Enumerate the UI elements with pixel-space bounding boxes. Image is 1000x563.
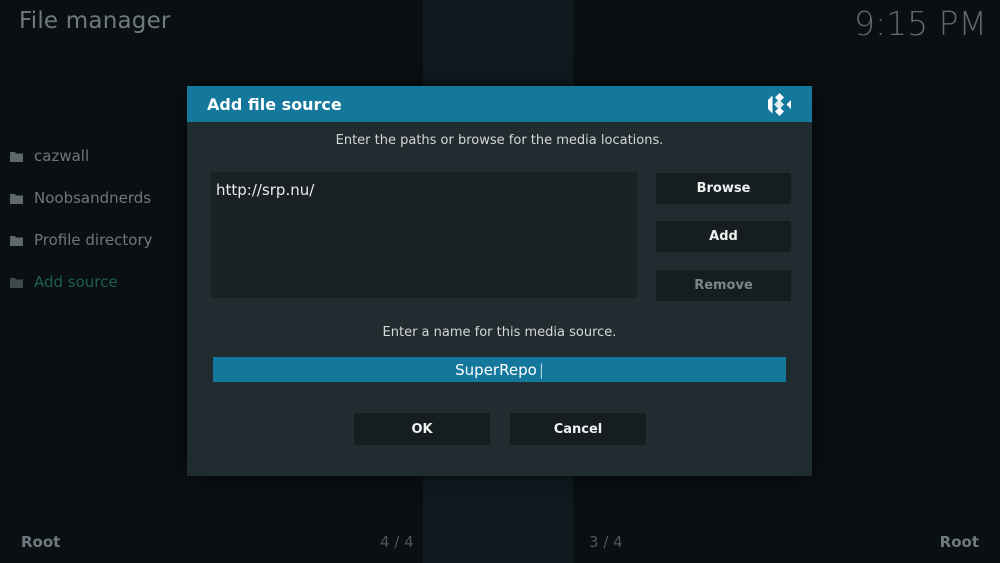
browse-button[interactable]: Browse	[656, 173, 791, 204]
page-title: File manager	[19, 8, 171, 34]
add-file-source-dialog: Add file source Enter the paths or brows…	[187, 86, 812, 476]
source-item-noobsandnerds[interactable]: Noobsandnerds	[10, 177, 153, 219]
footer-count-left: 4 / 4	[380, 533, 414, 551]
ok-button[interactable]: OK	[354, 413, 490, 445]
folder-icon	[10, 151, 23, 162]
remove-button[interactable]: Remove	[656, 270, 791, 301]
source-item-label: Add source	[34, 273, 118, 291]
source-item-profile-directory[interactable]: Profile directory	[10, 219, 153, 261]
folder-icon	[10, 277, 23, 288]
source-item-label: Profile directory	[34, 231, 153, 249]
source-name-input[interactable]: SuperRepo |	[213, 357, 786, 382]
path-entry[interactable]: http://srp.nu/	[216, 181, 632, 199]
add-button[interactable]: Add	[656, 221, 791, 252]
clock: 9:15 PM	[854, 4, 987, 43]
source-item-cazwall[interactable]: cazwall	[10, 135, 153, 177]
folder-icon	[10, 235, 23, 246]
dialog-title: Add file source	[207, 94, 342, 114]
kodi-logo-icon	[767, 92, 792, 117]
source-item-label: Noobsandnerds	[34, 189, 152, 207]
footer-root-left: Root	[21, 533, 61, 551]
source-name-value: SuperRepo	[455, 360, 537, 379]
source-item-label: cazwall	[34, 147, 90, 165]
source-item-add-source[interactable]: Add source	[10, 261, 153, 303]
text-caret: |	[538, 360, 544, 379]
footer-root-right: Root	[939, 533, 979, 551]
footer-count-right: 3 / 4	[589, 533, 623, 551]
path-list[interactable]: http://srp.nu/	[211, 172, 637, 298]
path-prompt: Enter the paths or browse for the media …	[335, 133, 664, 148]
source-list: cazwall Noobsandnerds Profile directory …	[10, 135, 153, 303]
dialog-header: Add file source	[187, 86, 812, 122]
name-prompt: Enter a name for this media source.	[382, 325, 617, 340]
folder-icon	[10, 193, 23, 204]
cancel-button[interactable]: Cancel	[510, 413, 646, 445]
